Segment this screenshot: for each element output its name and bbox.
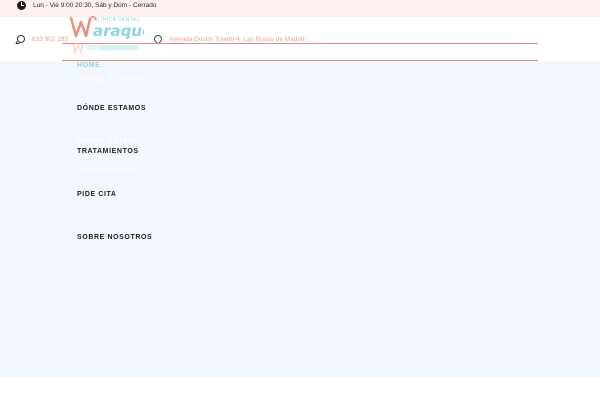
menu-ghost-item: DÓNDE ESTAMOS — [77, 138, 147, 145]
menu-item-tratamientos[interactable]: TRATAMIENTOS — [77, 147, 139, 157]
opening-hours: Lun - Vie 9:00 20:30, Sáb y Dom - Cerrad… — [33, 2, 157, 9]
menu-item-sobre-nosotros[interactable]: SOBRE NOSOTROS — [77, 233, 152, 243]
whatsapp-icon[interactable] — [17, 35, 25, 43]
clinic-logo[interactable]: CLÍNICA DENTAL araque — [70, 12, 144, 42]
logo-name: araque — [93, 22, 144, 40]
menu-item-pide-cita[interactable]: PIDE CITA — [77, 190, 117, 200]
menu-item-home[interactable]: HOME — [77, 61, 100, 71]
menu-ghost-item: TRATAMIENTOS — [77, 167, 139, 174]
header-divider-top — [62, 43, 538, 44]
menu-ghost-item: DÓNDE ESTAMOS — [77, 76, 147, 83]
menu-item-donde-estamos[interactable]: DÓNDE ESTAMOS — [77, 104, 146, 114]
clock-icon — [17, 1, 26, 10]
menu-ghost-item: HOME — [77, 46, 101, 53]
